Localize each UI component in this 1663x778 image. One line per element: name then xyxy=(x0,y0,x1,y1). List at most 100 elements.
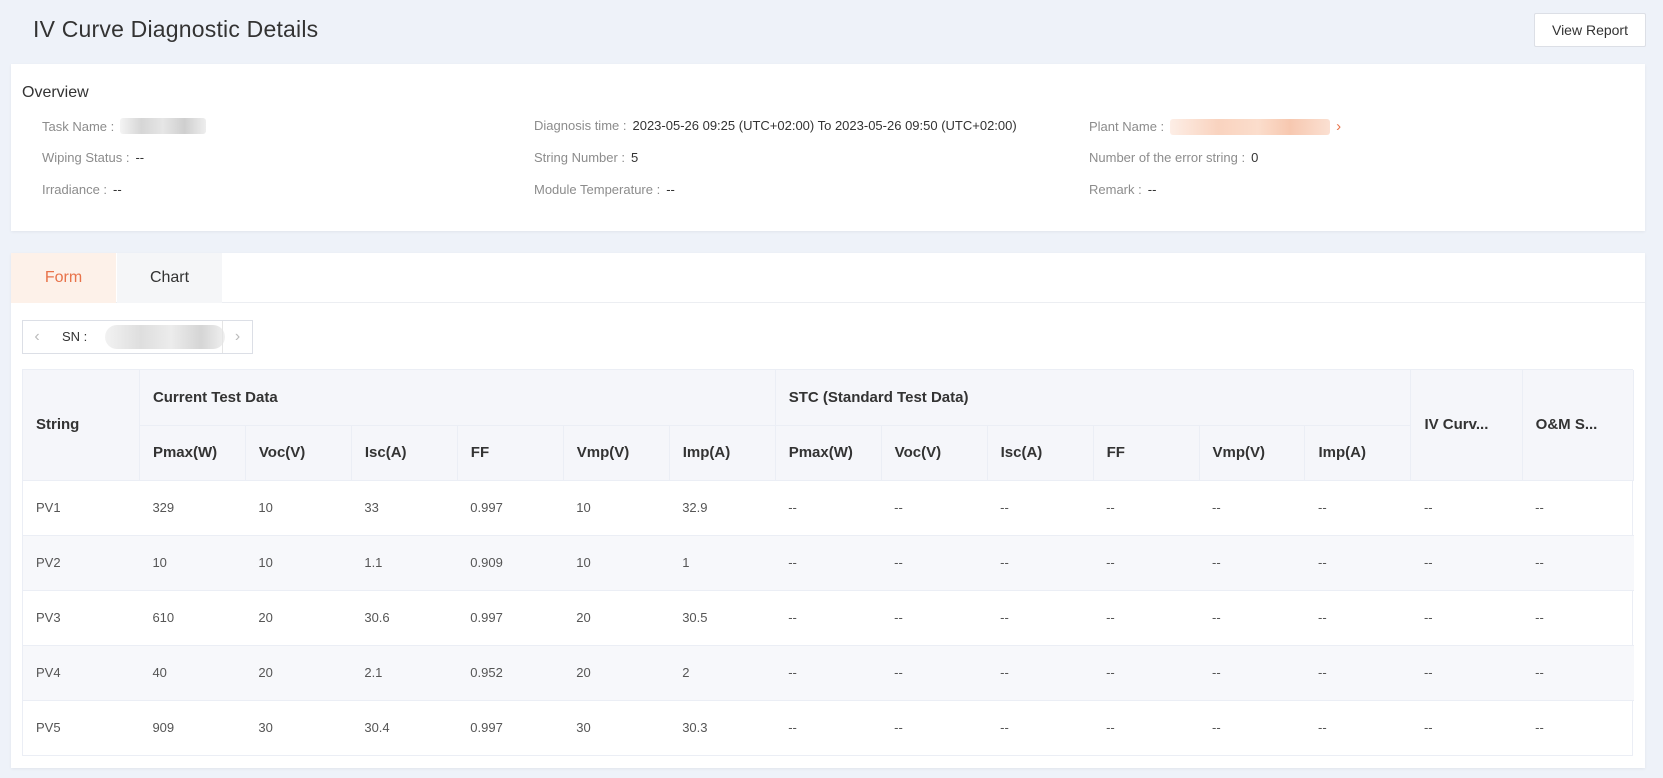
overview-card: Overview Task Name : Diagnosis time : 20… xyxy=(11,64,1645,231)
cell-string: PV3 xyxy=(23,590,140,646)
string-data-table: String Current Test Data STC (Standard T… xyxy=(22,369,1635,756)
cell-string: PV5 xyxy=(36,720,61,736)
header-current-vmp: Vmp(V) xyxy=(563,425,670,481)
remark-field: Remark : -- xyxy=(1089,182,1156,197)
module-temperature-label: Module Temperature : xyxy=(534,182,661,197)
header-stc-ff: FF xyxy=(1093,425,1200,481)
header-iv-curve: IV Curv... xyxy=(1410,370,1523,481)
page-header: IV Curve Diagnostic Details View Report xyxy=(0,0,1663,63)
plant-name-redacted[interactable] xyxy=(1170,118,1331,135)
header-stc-pmax: Pmax(W) xyxy=(775,425,882,481)
cell-string: PV1 xyxy=(23,480,140,536)
diagnosis-time-value: 2023-05-26 09:25 (UTC+02:00) To 2023-05-… xyxy=(632,118,1017,133)
cell-stc-imp: -- xyxy=(1304,535,1411,591)
cell-current-ff: 0.997 xyxy=(457,480,564,536)
string-number-value: 5 xyxy=(631,150,639,165)
cell-stc-imp: -- xyxy=(1304,590,1411,646)
cell-iv-curve: -- xyxy=(1410,480,1523,536)
sn-selector: ‹ SN : › xyxy=(22,320,253,354)
cell-current-ff: 0.997 xyxy=(457,590,564,646)
cell-stc-voc: -- xyxy=(881,535,988,591)
cell-stc-vmp: -- xyxy=(1199,590,1305,646)
remark-value: -- xyxy=(1147,182,1157,197)
cell-om-suggestion: -- xyxy=(1522,590,1634,646)
cell-current-vmp: 20 xyxy=(563,645,670,701)
header-current-voc: Voc(V) xyxy=(245,425,352,481)
irradiance-value: -- xyxy=(113,182,122,197)
cell-current-isc: 30.6 xyxy=(351,590,458,646)
plant-name-label: Plant Name : xyxy=(1089,119,1165,134)
cell-stc-voc: -- xyxy=(881,480,988,536)
header-current-pmax: Pmax(W) xyxy=(139,425,246,481)
cell-current-imp: 1 xyxy=(669,535,776,591)
wiping-status-label: Wiping Status : xyxy=(42,150,130,165)
cell-current-voc: 20 xyxy=(245,590,352,646)
cell-stc-voc: -- xyxy=(881,590,988,646)
module-temperature-field: Module Temperature : -- xyxy=(534,182,675,197)
cell-stc-vmp: -- xyxy=(1212,720,1221,736)
cell-current-ff: 0.909 xyxy=(457,535,564,591)
cell-current-isc: 30.4 xyxy=(364,720,390,736)
cell-stc-ff: -- xyxy=(1093,645,1200,701)
header-stc-imp: Imp(A) xyxy=(1304,425,1412,481)
header-stc-isc: Isc(A) xyxy=(987,425,1094,481)
cell-current-pmax: 610 xyxy=(139,590,246,646)
header-stc-voc: Voc(V) xyxy=(881,425,988,481)
header-current-isc: Isc(A) xyxy=(351,425,458,481)
cell-stc-isc: -- xyxy=(987,590,1094,646)
header-current-imp: Imp(A) xyxy=(669,425,776,481)
task-name-redacted xyxy=(120,118,207,134)
cell-stc-pmax: -- xyxy=(788,720,797,736)
header-current-test-data: Current Test Data xyxy=(139,370,776,426)
cell-stc-imp: -- xyxy=(1317,720,1327,736)
cell-current-isc: 2.1 xyxy=(351,645,458,701)
header-om-suggestion: O&M S... xyxy=(1522,370,1635,481)
cell-current-vmp: 10 xyxy=(563,535,670,591)
cell-stc-ff: -- xyxy=(1093,590,1200,646)
wiping-status-value: -- xyxy=(135,150,145,165)
cell-om-suggestion: -- xyxy=(1522,645,1634,701)
cell-stc-ff: -- xyxy=(1093,480,1200,536)
cell-current-vmp: 10 xyxy=(563,480,670,536)
cell-string: PV4 xyxy=(23,645,140,701)
cell-stc-voc: -- xyxy=(881,645,988,701)
cell-stc-pmax: -- xyxy=(775,645,882,701)
view-report-button[interactable]: View Report xyxy=(1534,13,1646,47)
tab-chart[interactable]: Chart xyxy=(117,253,222,303)
cell-current-voc: 10 xyxy=(245,535,352,591)
overview-title: Overview xyxy=(22,84,89,101)
chevron-right-icon[interactable]: › xyxy=(222,321,252,353)
cell-current-isc: 33 xyxy=(351,480,458,536)
error-string-field: Number of the error string : 0 xyxy=(1089,150,1258,165)
header-stc-vmp: Vmp(V) xyxy=(1199,425,1306,481)
cell-stc-pmax: -- xyxy=(775,480,882,536)
cell-stc-pmax: -- xyxy=(775,590,882,646)
chevron-left-icon[interactable]: ‹ xyxy=(23,321,51,353)
tab-form[interactable]: Form xyxy=(11,253,116,303)
cell-current-isc: 1.1 xyxy=(351,535,458,591)
cell-stc-imp: -- xyxy=(1304,480,1411,536)
cell-current-pmax: 329 xyxy=(139,480,246,536)
error-string-label: Number of the error string : xyxy=(1089,150,1246,165)
cell-string: PV2 xyxy=(23,535,140,591)
cell-stc-vmp: -- xyxy=(1199,535,1305,591)
chevron-right-icon[interactable]: › xyxy=(1336,118,1341,135)
cell-current-imp: 32.9 xyxy=(669,480,776,536)
cell-stc-imp: -- xyxy=(1304,645,1411,701)
cell-current-pmax: 40 xyxy=(139,645,246,701)
remark-label: Remark : xyxy=(1089,182,1142,197)
string-number-field: String Number : 5 xyxy=(534,150,638,165)
cell-iv-curve: -- xyxy=(1410,645,1523,701)
sn-value-redacted xyxy=(105,325,225,349)
table-row: PV4 40 20 2.1 0.952 20 2 -- -- -- -- -- … xyxy=(23,645,1634,701)
view-tabs: Form Chart xyxy=(11,253,1645,303)
diagnosis-time-field: Diagnosis time : 2023-05-26 09:25 (UTC+0… xyxy=(534,118,1017,133)
cell-current-voc: 10 xyxy=(245,480,352,536)
sn-label: SN : xyxy=(62,329,88,344)
cell-iv-curve: -- xyxy=(1410,590,1523,646)
cell-stc-ff: -- xyxy=(1093,535,1200,591)
cell-current-vmp: 30 xyxy=(576,720,591,736)
page-title: IV Curve Diagnostic Details xyxy=(33,16,319,42)
cell-current-ff: 0.952 xyxy=(457,645,564,701)
plant-name-field[interactable]: Plant Name : › xyxy=(1089,118,1341,135)
